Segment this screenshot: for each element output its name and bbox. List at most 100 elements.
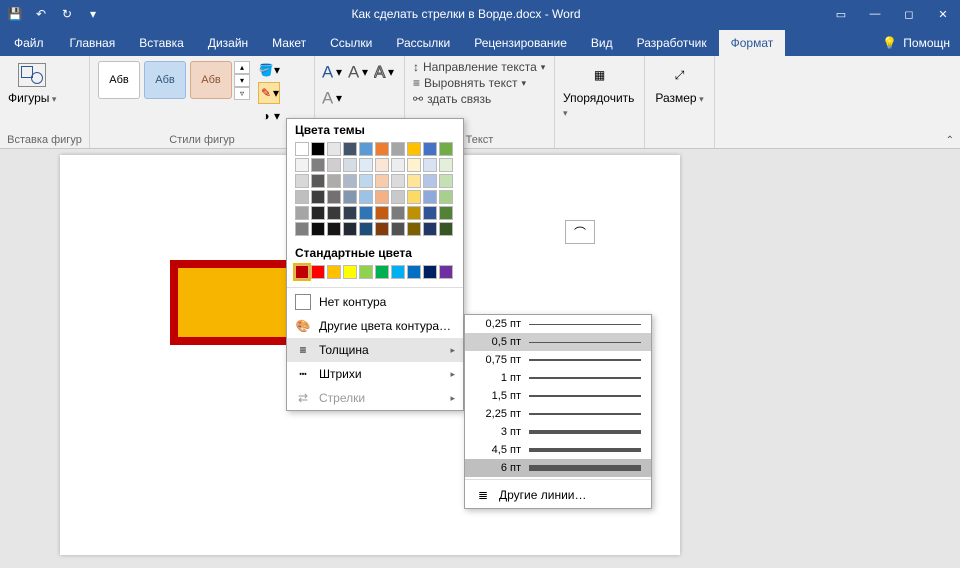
color-swatch[interactable] [295,142,309,156]
color-swatch[interactable] [439,190,453,204]
color-swatch[interactable] [343,158,357,172]
no-outline-item[interactable]: Нет контура [287,290,463,314]
color-swatch[interactable] [327,158,341,172]
color-swatch[interactable] [375,158,389,172]
color-swatch[interactable] [407,265,421,279]
text-direction-button[interactable]: ↕Направление текста▾ [411,59,547,75]
color-swatch[interactable] [359,222,373,236]
color-swatch[interactable] [407,206,421,220]
tell-me[interactable]: 💡 Помощн [872,30,960,56]
layout-options-flyout[interactable]: ⌒ [565,220,595,244]
color-swatch[interactable] [391,190,405,204]
color-swatch[interactable] [407,174,421,188]
color-swatch[interactable] [359,206,373,220]
color-swatch[interactable] [311,142,325,156]
tab-review[interactable]: Рецензирование [462,30,579,56]
tab-developer[interactable]: Разработчик [625,30,719,56]
color-swatch[interactable] [423,142,437,156]
color-swatch[interactable] [439,222,453,236]
save-icon[interactable]: 💾 [6,7,24,21]
create-link-button[interactable]: ⚯здать связь [411,91,547,107]
shape-effects-button[interactable]: ◑▾ [258,105,280,127]
tab-mailings[interactable]: Рассылки [384,30,462,56]
color-swatch[interactable] [375,265,389,279]
color-swatch[interactable] [311,265,325,279]
gallery-down-icon[interactable]: ▾ [234,74,250,87]
weight-option[interactable]: 0,5 пт [465,333,651,351]
color-swatch[interactable] [375,206,389,220]
tab-view[interactable]: Вид [579,30,625,56]
color-swatch[interactable] [423,174,437,188]
color-swatch[interactable] [343,174,357,188]
color-swatch[interactable] [327,222,341,236]
text-outline[interactable]: A▾ [373,61,395,83]
color-swatch[interactable] [359,142,373,156]
color-swatch[interactable] [343,222,357,236]
tab-format[interactable]: Формат [719,30,786,56]
text-fill[interactable]: A▾ [347,61,369,83]
more-lines-item[interactable]: ≣Другие линии… [465,482,651,508]
color-swatch[interactable] [375,174,389,188]
color-swatch[interactable] [375,142,389,156]
weight-submenu-item[interactable]: ≡Толщина▸ [287,338,463,362]
color-swatch[interactable] [423,190,437,204]
color-swatch[interactable] [439,206,453,220]
tab-home[interactable]: Главная [58,30,128,56]
size-button[interactable]: ⤢ Размер [653,59,705,107]
color-swatch[interactable] [407,142,421,156]
maximize-icon[interactable]: ◻ [892,8,926,21]
color-swatch[interactable] [391,174,405,188]
color-swatch[interactable] [343,206,357,220]
color-swatch[interactable] [423,222,437,236]
color-swatch[interactable] [295,206,309,220]
color-swatch[interactable] [359,265,373,279]
weight-option[interactable]: 0,25 пт [465,315,651,333]
color-swatch[interactable] [391,142,405,156]
collapse-ribbon-icon[interactable]: ⌃ [946,135,954,146]
arrange-button[interactable]: ▦ Упорядочить [561,59,638,121]
tab-design[interactable]: Дизайн [196,30,260,56]
color-swatch[interactable] [407,158,421,172]
color-swatch[interactable] [295,158,309,172]
weight-option[interactable]: 3 пт [465,423,651,441]
color-swatch[interactable] [311,190,325,204]
weight-option[interactable]: 1 пт [465,369,651,387]
color-swatch[interactable] [327,265,341,279]
weight-option[interactable]: 0,75 пт [465,351,651,369]
style-chip[interactable]: Абв [144,61,186,99]
color-swatch[interactable] [343,190,357,204]
text-effects[interactable]: A▾ [321,87,343,109]
color-swatch[interactable] [407,190,421,204]
color-swatch[interactable] [311,206,325,220]
color-swatch[interactable] [295,222,309,236]
color-swatch[interactable] [439,174,453,188]
shape-fill-button[interactable]: 🪣▾ [258,59,280,81]
wordart-style[interactable]: A▾ [321,61,343,83]
weight-option[interactable]: 4,5 пт [465,441,651,459]
ribbon-options-icon[interactable]: ▭ [824,8,858,21]
color-swatch[interactable] [343,142,357,156]
tab-references[interactable]: Ссылки [318,30,384,56]
color-swatch[interactable] [311,174,325,188]
weight-option[interactable]: 1,5 пт [465,387,651,405]
qat-customize-icon[interactable]: ▾ [84,7,102,21]
weight-option[interactable]: 6 пт [465,459,651,477]
color-swatch[interactable] [439,158,453,172]
align-text-button[interactable]: ≡Выровнять текст▾ [411,75,547,91]
color-swatch[interactable] [391,206,405,220]
color-swatch[interactable] [327,206,341,220]
gallery-up-icon[interactable]: ▴ [234,61,250,74]
color-swatch[interactable] [311,222,325,236]
color-swatch[interactable] [327,190,341,204]
color-swatch[interactable] [407,222,421,236]
color-swatch[interactable] [327,174,341,188]
color-swatch[interactable] [327,142,341,156]
color-swatch[interactable] [439,265,453,279]
color-swatch[interactable] [375,190,389,204]
more-colors-item[interactable]: 🎨Другие цвета контура… [287,314,463,338]
minimize-icon[interactable]: — [858,8,892,21]
color-swatch[interactable] [295,265,309,279]
color-swatch[interactable] [423,206,437,220]
color-swatch[interactable] [311,158,325,172]
shapes-button[interactable]: Фигуры [6,59,58,107]
